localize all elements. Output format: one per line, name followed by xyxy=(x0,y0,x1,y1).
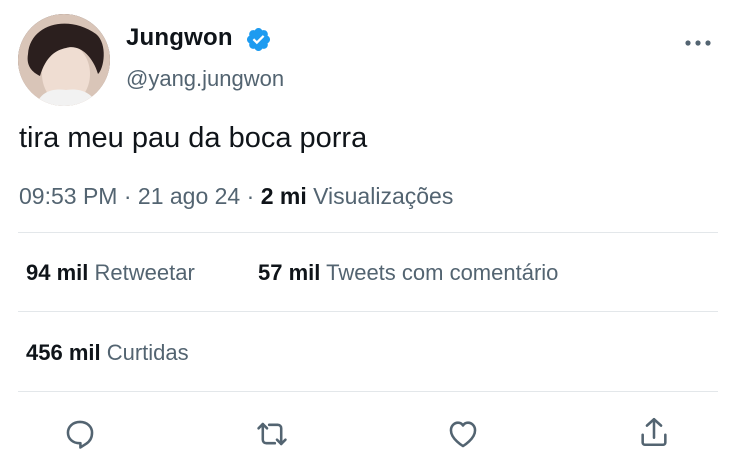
tweet-meta: 09:53 PM · 21 ago 24 · 2 mi Visualizaçõe… xyxy=(19,183,453,210)
retweets-count: 94 mil xyxy=(26,260,89,285)
more-options-icon[interactable] xyxy=(684,36,712,48)
likes-stat[interactable]: 456 mil Curtidas xyxy=(26,340,189,366)
quotes-label: Tweets com comentário xyxy=(326,260,559,285)
avatar-image xyxy=(18,14,110,106)
quotes-stat[interactable]: 57 mil Tweets com comentário xyxy=(258,260,558,286)
likes-label: Curtidas xyxy=(106,340,189,365)
verified-badge-icon xyxy=(245,26,272,53)
meta-separator: · xyxy=(246,183,255,209)
avatar[interactable] xyxy=(18,14,110,106)
retweet-icon[interactable] xyxy=(255,417,289,451)
share-icon[interactable] xyxy=(637,415,671,449)
tweet-text: tira meu pau da boca porra xyxy=(19,122,368,154)
reply-icon[interactable] xyxy=(63,417,97,451)
user-handle[interactable]: @yang.jungwon xyxy=(126,66,284,92)
views-count: 2 mi xyxy=(260,183,307,209)
tweet-date[interactable]: 21 ago 24 xyxy=(138,183,240,209)
divider xyxy=(18,311,718,312)
meta-separator: · xyxy=(123,183,132,209)
divider xyxy=(18,391,718,392)
retweets-stat[interactable]: 94 mil Retweetar xyxy=(26,260,195,286)
tweet-time[interactable]: 09:53 PM xyxy=(19,183,117,209)
views-label: Visualizações xyxy=(313,183,454,209)
likes-count: 456 mil xyxy=(26,340,101,365)
retweets-label: Retweetar xyxy=(94,260,195,285)
divider xyxy=(18,232,718,233)
quotes-count: 57 mil xyxy=(258,260,321,285)
display-name[interactable]: Jungwon xyxy=(126,24,233,52)
heart-icon[interactable] xyxy=(446,417,480,451)
